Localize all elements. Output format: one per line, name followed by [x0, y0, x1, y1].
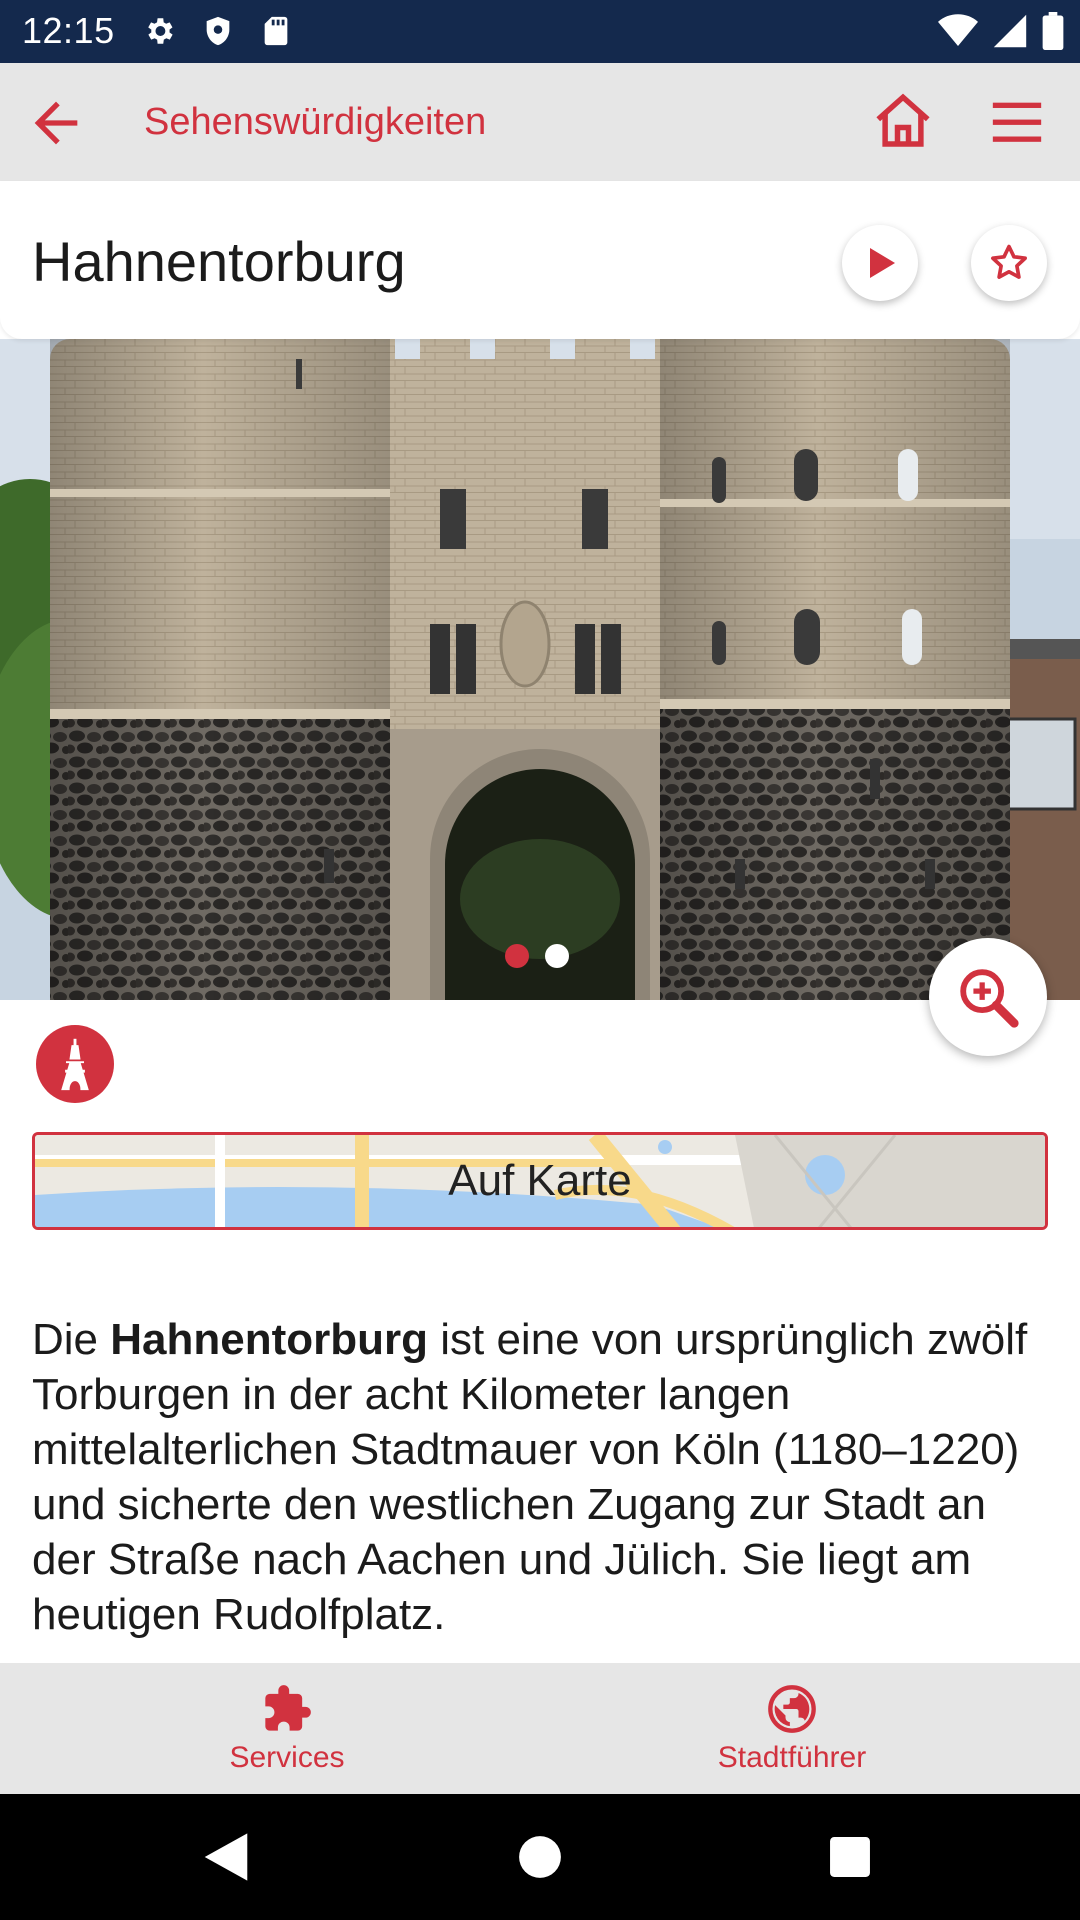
arrow-left-icon — [34, 101, 78, 145]
description-bold: Hahnentorburg — [110, 1315, 429, 1364]
system-home-button[interactable] — [507, 1824, 573, 1890]
description-text: Die Hahnentorburg ist eine von ursprüngl… — [32, 1312, 1048, 1642]
gate-photo — [0, 339, 1080, 1000]
home-button[interactable] — [870, 89, 936, 155]
circle-home-icon — [519, 1836, 561, 1878]
back-button[interactable] — [24, 91, 88, 155]
gallery-pager[interactable] — [505, 944, 569, 968]
status-bar: 12:15 — [0, 0, 1080, 63]
pager-dot[interactable] — [545, 944, 569, 968]
system-back-button[interactable] — [193, 1824, 259, 1890]
wifi-icon — [938, 13, 978, 54]
show-on-map-button[interactable]: Auf Karte — [32, 1132, 1048, 1230]
play-button[interactable] — [842, 225, 918, 301]
hamburger-menu-icon — [992, 102, 1042, 142]
page-section-title: Sehenswürdigkeiten — [144, 101, 487, 143]
gallery-image[interactable] — [0, 339, 1080, 1000]
home-icon — [876, 93, 930, 147]
eiffel-tower-icon — [61, 1038, 89, 1091]
category-badge — [36, 1025, 114, 1103]
zoom-in-icon — [960, 969, 1019, 1028]
sd-card-icon — [259, 14, 293, 48]
pager-dot-active[interactable] — [505, 944, 529, 968]
globe-icon — [768, 1684, 816, 1733]
shield-icon — [201, 14, 235, 48]
play-icon — [870, 248, 895, 278]
gear-icon — [142, 14, 176, 48]
bottom-navigation: Services Stadtführer — [0, 1663, 1080, 1794]
nav-city-guide-label: Stadtführer — [717, 1740, 867, 1774]
page-title: Hahnentorburg — [32, 230, 406, 293]
system-navigation-bar — [0, 1794, 1080, 1920]
nav-services-label: Services — [229, 1740, 345, 1774]
nav-services[interactable]: Services — [187, 1663, 387, 1794]
status-time: 12:15 — [22, 10, 115, 51]
app-bar: Sehenswürdigkeiten — [0, 63, 1080, 181]
puzzle-icon — [265, 1684, 311, 1731]
menu-button[interactable] — [988, 93, 1046, 151]
title-card: Hahnentorburg — [0, 181, 1080, 339]
zoom-button[interactable] — [929, 938, 1047, 1056]
description-lead: Die — [32, 1315, 111, 1364]
favorite-button[interactable] — [971, 225, 1047, 301]
square-recents-icon — [830, 1837, 870, 1877]
battery-icon — [1042, 12, 1064, 55]
map-button-label: Auf Karte — [448, 1156, 632, 1205]
star-icon — [991, 244, 1027, 279]
nav-city-guide[interactable]: Stadtführer — [692, 1663, 892, 1794]
triangle-back-icon — [204, 1833, 248, 1881]
system-recents-button[interactable] — [817, 1824, 883, 1890]
signal-icon — [992, 13, 1028, 54]
